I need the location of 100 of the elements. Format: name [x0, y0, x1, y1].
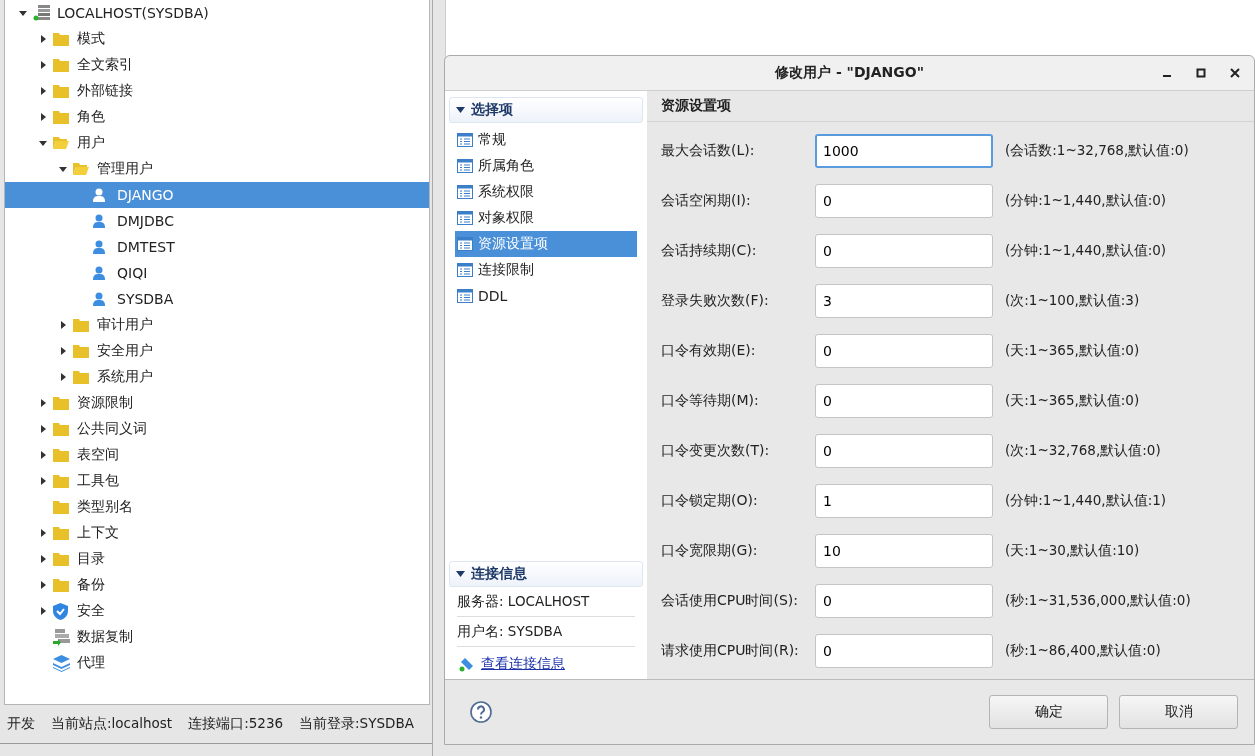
tree-item[interactable]: QIQI [5, 260, 429, 286]
option-item[interactable]: 常规 [455, 127, 637, 153]
status-text: 当前站点:localhost [51, 715, 173, 733]
section-header[interactable]: 连接信息 [449, 561, 643, 587]
expanded-arrow-icon[interactable] [38, 138, 48, 148]
tree-item[interactable]: 目录 [5, 546, 429, 572]
tree-item[interactable]: 资源限制 [5, 390, 429, 416]
section-title: 资源设置项 [647, 91, 1254, 122]
collapsed-arrow-icon[interactable] [38, 398, 48, 408]
collapsed-arrow-icon[interactable] [58, 320, 68, 330]
dialog-button[interactable]: 确定 [989, 695, 1108, 729]
tree-item[interactable]: 数据复制 [5, 624, 429, 650]
input-field[interactable]: 3 [815, 284, 993, 318]
tree-item[interactable]: DMJDBC [5, 208, 429, 234]
tree-item[interactable]: 模式 [5, 26, 429, 52]
input-field[interactable]: 0 [815, 434, 993, 468]
connection-icon [459, 656, 475, 672]
option-item[interactable]: 对象权限 [455, 205, 637, 231]
input-field[interactable]: 0 [815, 334, 993, 368]
folder-icon [73, 344, 89, 358]
field-hint: (分钟:1~1,440,默认值:1) [1005, 492, 1167, 510]
field-label: 登录失败次数(F): [660, 292, 770, 310]
tree-item[interactable]: 代理 [5, 650, 429, 676]
collapsed-arrow-icon[interactable] [38, 476, 48, 486]
expanded-arrow-icon[interactable] [58, 164, 68, 174]
collapsed-arrow-icon[interactable] [38, 450, 48, 460]
field-label: 口令有效期(E): [660, 342, 757, 360]
input-field[interactable]: 1 [815, 484, 993, 518]
collapsed-arrow-icon[interactable] [38, 60, 48, 70]
tree-item[interactable]: 角色 [5, 104, 429, 130]
tree-item[interactable]: SYSDBA [5, 286, 429, 312]
option-item[interactable]: DDL [455, 283, 637, 309]
option-item[interactable]: 所属角色 [455, 153, 637, 179]
collapsed-arrow-icon[interactable] [38, 424, 48, 434]
status-text: 连接端口:5236 [188, 715, 284, 733]
expanded-arrow-icon[interactable] [18, 8, 28, 18]
field-label: 会话使用CPU时间(S): [660, 592, 799, 610]
collapsed-arrow-icon[interactable] [38, 580, 48, 590]
caret-icon[interactable] [456, 571, 465, 577]
field-hint: (天:1~30,默认值:10) [1005, 542, 1140, 560]
section-header[interactable]: 选择项 [449, 97, 643, 123]
caret-icon[interactable] [456, 107, 465, 113]
option-item[interactable]: 系统权限 [455, 179, 637, 205]
tree-item[interactable]: 工具包 [5, 468, 429, 494]
field-label: 口令等待期(M): [660, 392, 760, 410]
layers-icon [53, 654, 70, 672]
list-icon [457, 185, 473, 199]
field-hint: (天:1~365,默认值:0) [1005, 342, 1140, 360]
list-icon [457, 263, 473, 277]
tree-item[interactable]: 外部链接 [5, 78, 429, 104]
user-icon [93, 214, 105, 228]
input-field[interactable]: 0 [815, 184, 993, 218]
folder-icon [53, 474, 69, 488]
close-icon[interactable] [1230, 68, 1240, 78]
tree-item[interactable]: 全文索引 [5, 52, 429, 78]
collapsed-arrow-icon[interactable] [38, 112, 48, 122]
window-title: 修改用户 - "DJANGO" [775, 64, 924, 82]
tree-item[interactable]: 管理用户 [5, 156, 429, 182]
option-item[interactable]: 连接限制 [455, 257, 637, 283]
tree-item[interactable]: 审计用户 [5, 312, 429, 338]
input-field[interactable]: 10 [815, 534, 993, 568]
tree-item[interactable]: 公共同义词 [5, 416, 429, 442]
database-copy-icon [53, 628, 70, 646]
status-text: 当前登录:SYSDBA [299, 715, 414, 733]
tree-item[interactable]: 用户 [5, 130, 429, 156]
tree-item[interactable]: 安全 [5, 598, 429, 624]
tree-item[interactable]: DMTEST [5, 234, 429, 260]
tree-item[interactable]: 系统用户 [5, 364, 429, 390]
maximize-icon[interactable] [1196, 68, 1206, 78]
collapsed-arrow-icon[interactable] [38, 34, 48, 44]
list-icon [457, 133, 473, 147]
tree-item[interactable]: 备份 [5, 572, 429, 598]
collapsed-arrow-icon[interactable] [38, 606, 48, 616]
input-field[interactable]: 1000 [815, 134, 993, 168]
folder-icon [53, 578, 69, 592]
collapsed-arrow-icon[interactable] [58, 372, 68, 382]
view-connection-link[interactable]: 查看连接信息 [481, 655, 565, 673]
input-field[interactable]: 0 [815, 384, 993, 418]
tree-item[interactable]: LOCALHOST(SYSDBA) [5, 0, 429, 26]
tree-item[interactable]: 类型别名 [5, 494, 429, 520]
tree-item[interactable]: 安全用户 [5, 338, 429, 364]
dialog-button[interactable]: 取消 [1119, 695, 1238, 729]
input-field[interactable]: 0 [815, 234, 993, 268]
collapsed-arrow-icon[interactable] [38, 86, 48, 96]
folder-icon [53, 500, 69, 514]
field-label: 口令宽限期(G): [660, 542, 759, 560]
help-icon[interactable] [470, 701, 492, 723]
collapsed-arrow-icon[interactable] [38, 528, 48, 538]
folder-icon [53, 552, 69, 566]
collapsed-arrow-icon[interactable] [58, 346, 68, 356]
collapsed-arrow-icon[interactable] [38, 554, 48, 564]
user-icon [93, 240, 105, 254]
field-hint: (秒:1~86,400,默认值:0) [1005, 642, 1161, 660]
tree-item[interactable]: 表空间 [5, 442, 429, 468]
input-field[interactable]: 0 [815, 584, 993, 618]
tree-item[interactable]: 上下文 [5, 520, 429, 546]
field-hint: (秒:1~31,536,000,默认值:0) [1005, 592, 1191, 610]
input-field[interactable]: 0 [815, 634, 993, 668]
user-icon [93, 292, 105, 306]
connection-info: 服务器: LOCALHOST [457, 587, 635, 617]
